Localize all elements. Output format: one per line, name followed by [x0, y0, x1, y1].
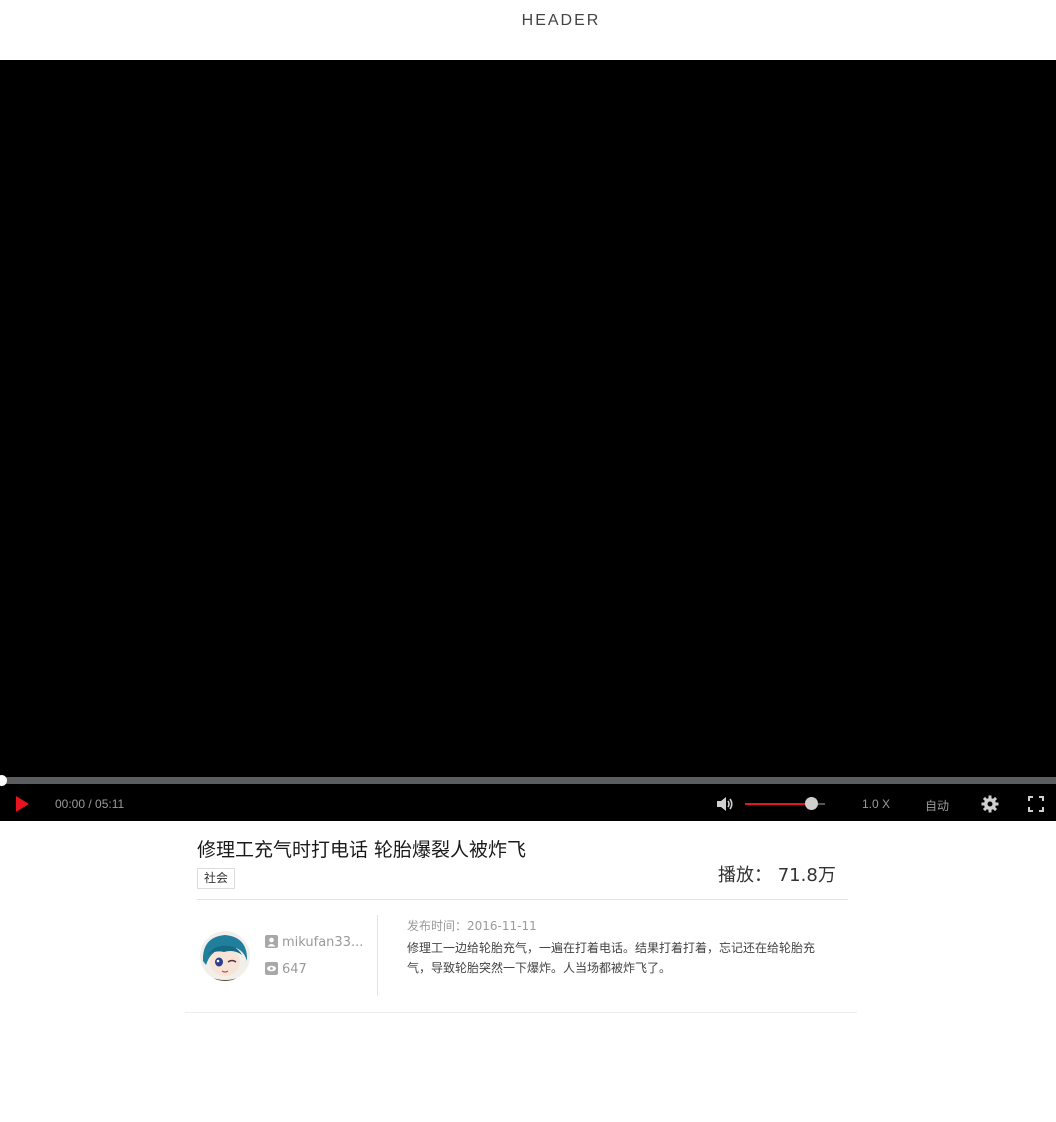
play-button[interactable]	[14, 796, 30, 812]
publish-date: 发布时间：2016-11-11	[407, 917, 537, 934]
user-icon	[265, 935, 278, 948]
volume-fill	[745, 803, 811, 805]
vertical-divider	[377, 915, 378, 996]
play-count-label: 播放：	[718, 865, 772, 886]
play-count-value: 71.8万	[777, 865, 836, 886]
video-description: 修理工一边给轮胎充气，一遍在打着电话。结果打着打着，忘记还在给轮胎充气，导致轮胎…	[407, 941, 816, 975]
progress-handle[interactable]	[0, 775, 7, 786]
gear-icon	[981, 795, 999, 813]
eye-icon	[265, 962, 278, 975]
author-views: 647	[265, 962, 307, 977]
category-tag[interactable]: 社会	[197, 868, 236, 889]
speed-button[interactable]: 1.0 X	[862, 797, 890, 811]
volume-icon	[717, 797, 733, 811]
views-count: 647	[282, 962, 307, 977]
quality-button[interactable]: 自动	[925, 797, 949, 814]
video-screen[interactable]	[0, 60, 1056, 776]
fullscreen-button[interactable]	[1028, 796, 1044, 812]
video-title: 修理工充气时打电话 轮胎爆裂人被炸飞	[197, 839, 527, 861]
fullscreen-icon	[1028, 796, 1044, 812]
page-header: HEADER	[0, 0, 1056, 60]
publish-label: 发布时间：	[407, 919, 468, 933]
volume-handle[interactable]	[805, 797, 818, 810]
video-player[interactable]: 00:00 / 05:11 1.0 X 自动	[0, 60, 1056, 821]
publish-value: 2016-11-11	[467, 919, 537, 933]
author-name: mikufan33...	[282, 935, 364, 950]
video-info-panel: 修理工充气时打电话 轮胎爆裂人被炸飞 社会 播放： 71.8万 mikufan3…	[185, 821, 857, 1013]
play-count: 播放： 71.8万	[718, 861, 836, 887]
divider	[197, 899, 848, 900]
settings-button[interactable]	[981, 795, 999, 813]
volume-button[interactable]	[716, 796, 734, 812]
header-title: HEADER	[521, 12, 601, 29]
avatar-image	[200, 931, 250, 981]
avatar[interactable]	[200, 931, 250, 981]
player-controls: 00:00 / 05:11 1.0 X 自动	[0, 786, 1056, 821]
play-icon	[16, 796, 29, 812]
author-link[interactable]: mikufan33...	[265, 935, 363, 950]
time-display: 00:00 / 05:11	[55, 797, 125, 811]
progress-bar[interactable]	[0, 777, 1056, 784]
